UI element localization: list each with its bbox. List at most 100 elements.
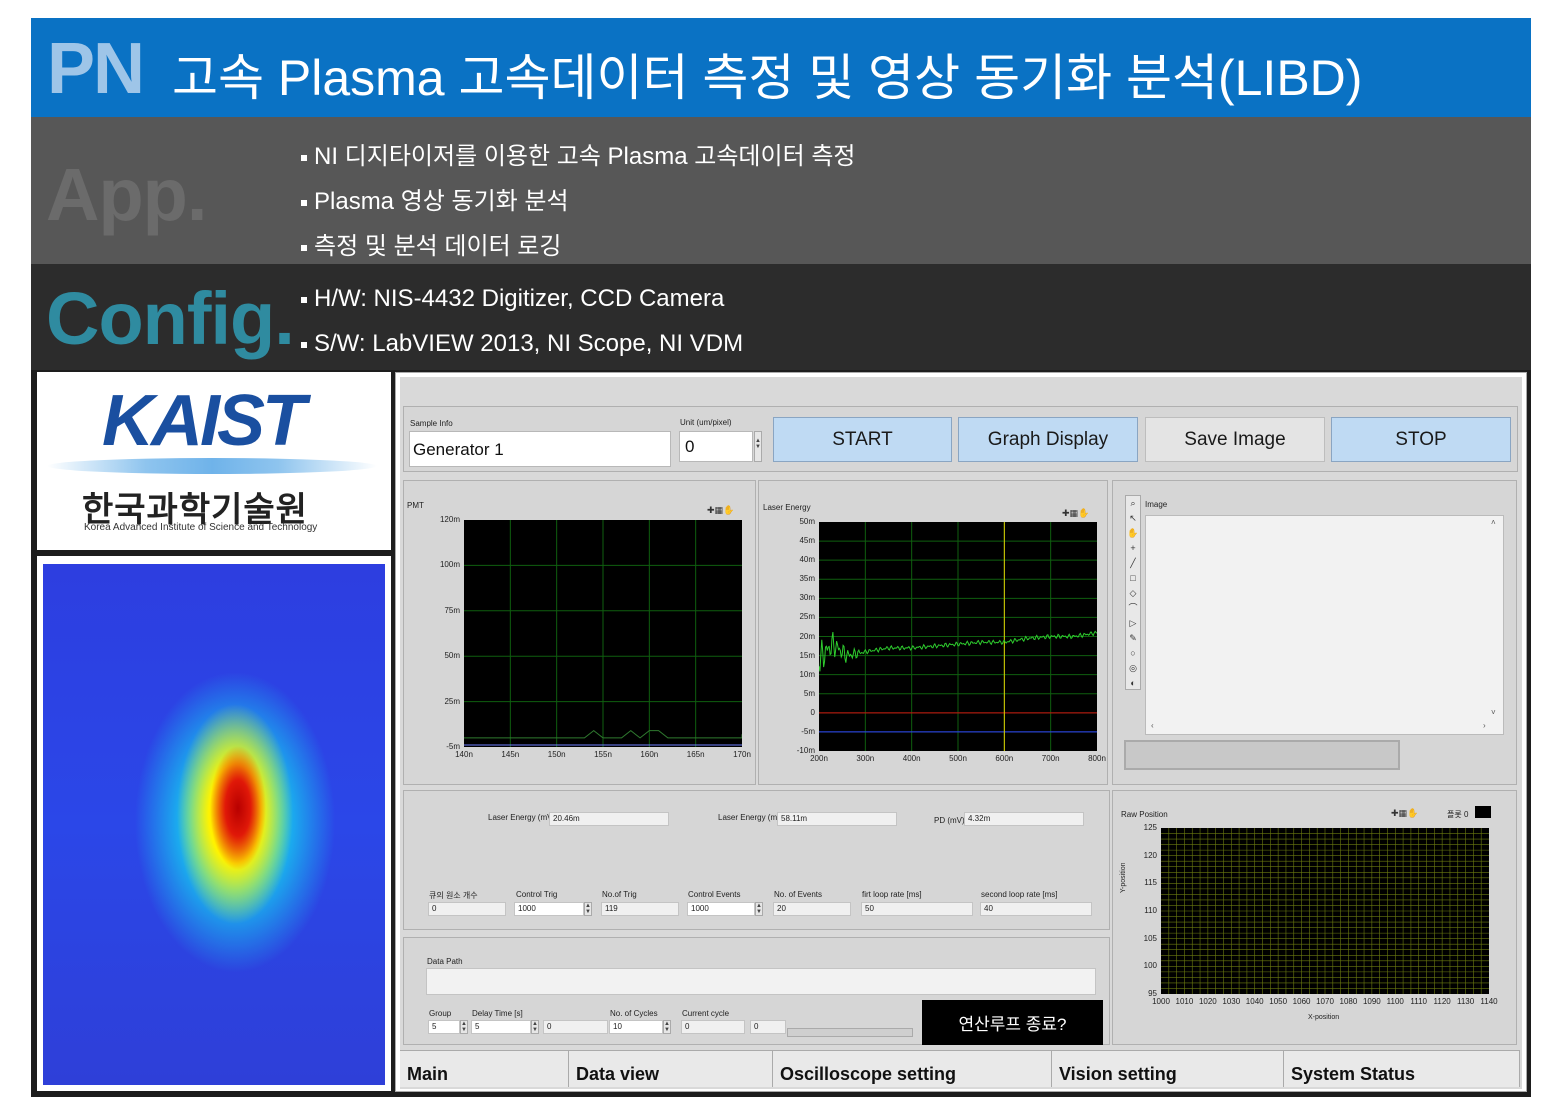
save-image-button[interactable]: Save Image	[1145, 417, 1325, 462]
tab-vision-setting[interactable]: Vision setting	[1052, 1050, 1284, 1087]
unit-input[interactable]: 0	[679, 431, 753, 462]
current-cycle-field-2: 0	[750, 1020, 786, 1034]
graph-display-button[interactable]: Graph Display	[958, 417, 1138, 462]
tab-main[interactable]: Main	[400, 1050, 569, 1087]
unit-label: Unit (um/pixel)	[680, 418, 732, 427]
graph-palette-icon[interactable]: ✚▦✋	[707, 505, 734, 516]
control-events-input[interactable]: 1000	[687, 902, 755, 916]
scroll-up-icon[interactable]: ˄	[1491, 518, 1496, 527]
x-tick-label: 1090	[1362, 997, 1381, 1006]
y-tick-label: 105	[1143, 933, 1157, 943]
app-bullet: Plasma 영상 동기화 분석	[301, 181, 569, 216]
laser-energy-mv-field: 20.46m	[549, 812, 669, 826]
y-tick-label: 15m	[799, 650, 815, 660]
unit-stepper[interactable]: ▲ ▼	[754, 431, 762, 462]
x-tick-label: 1140	[1480, 997, 1498, 1006]
param-label: firt loop rate [ms]	[862, 890, 922, 899]
raw-position-title: Raw Position	[1121, 810, 1168, 819]
y-tick-label: 125	[1143, 823, 1157, 832]
laser-energy-mj-field: 58.11m	[777, 812, 897, 826]
y-tick-label: 10m	[799, 669, 815, 679]
laser-plot	[818, 522, 1098, 751]
x-tick-label: 1130	[1456, 997, 1475, 1006]
x-tick-label: 1040	[1245, 997, 1264, 1006]
param-label: No.of Trig	[602, 890, 637, 899]
start-button[interactable]: START	[773, 417, 952, 462]
x-tick-label: 150n	[547, 750, 566, 759]
current-cycle-field: 0	[681, 1020, 745, 1034]
data-path-input[interactable]	[426, 968, 1096, 995]
tab-system-status[interactable]: System Status	[1284, 1050, 1520, 1087]
tab-oscilloscope-setting[interactable]: Oscilloscope setting	[773, 1050, 1052, 1087]
control-trig-input[interactable]: 1000	[514, 902, 584, 916]
second-loop-rate-field: 40	[980, 902, 1092, 916]
laser-chart	[818, 522, 1098, 751]
raw-y-axis-title: Y-position	[1120, 862, 1127, 894]
param-label: No. of Events	[774, 890, 823, 899]
graph-palette-icon[interactable]: ✚▦✋	[1391, 808, 1418, 819]
y-tick-label: 20m	[799, 631, 815, 641]
y-tick-label: 110	[1144, 906, 1157, 915]
cycles-input[interactable]: 10	[609, 1020, 663, 1034]
bullet-icon	[301, 296, 307, 303]
scroll-right-icon[interactable]: ›	[1483, 721, 1486, 730]
page-title: 고속 Plasma 고속데이터 측정 및 영상 동기화 분석(LIBD)	[172, 50, 1363, 106]
x-tick-label: 400n	[902, 754, 921, 763]
x-tick-label: 1080	[1339, 997, 1358, 1006]
x-tick-label: 300n	[856, 754, 875, 763]
tab-data-view[interactable]: Data view	[569, 1050, 773, 1087]
pd-field: 4.32m	[964, 812, 1084, 826]
readout-label: Laser Energy (mV)	[488, 813, 556, 822]
x-tick-label: 1000	[1152, 997, 1170, 1006]
cycle-progress-bar	[787, 1028, 913, 1037]
pn-label: PN	[47, 29, 145, 109]
plot-legend-label: 플롯 0	[1447, 810, 1469, 819]
y-tick-label: 30m	[799, 593, 815, 603]
x-tick-label: 200n	[810, 754, 828, 763]
logo-swoosh	[47, 458, 377, 474]
y-tick-label: 50m	[444, 651, 460, 661]
control-trig-stepper[interactable]: ▲ ▼	[584, 902, 592, 916]
x-tick-label: 700n	[1041, 754, 1060, 763]
x-tick-label: 155n	[594, 750, 612, 759]
x-tick-label: 1020	[1198, 997, 1217, 1006]
readout-label: Laser Energy (mJ)	[718, 813, 784, 822]
group-stepper[interactable]: ▲ ▼	[460, 1020, 468, 1034]
plasma-image	[43, 564, 385, 1085]
pmt-graph-title: PMT	[407, 501, 424, 510]
x-tick-label: 600n	[995, 754, 1014, 763]
image-display[interactable]	[1145, 515, 1504, 735]
image-tools-palette[interactable]: ⌕ ↖ ✋ + ╱ □ ◇ ⌒ ▷ ✎ ○ ◎ ◐	[1125, 495, 1141, 690]
x-tick-label: 160n	[640, 750, 659, 759]
param-label: Control Trig	[516, 890, 558, 899]
y-tick-label: -5m	[801, 726, 815, 736]
y-tick-label: 5m	[803, 688, 815, 698]
delay-input[interactable]: 5	[471, 1020, 531, 1034]
x-tick-label: 500n	[949, 754, 967, 763]
end-loop-button[interactable]: 연산루프 종료?	[922, 1000, 1103, 1045]
group-input[interactable]: 5	[428, 1020, 460, 1034]
scroll-down-icon[interactable]: ˅	[1491, 708, 1496, 717]
bullet-icon	[301, 154, 307, 161]
plot-legend-swatch[interactable]	[1475, 806, 1491, 818]
delay-stepper[interactable]: ▲ ▼	[531, 1020, 539, 1034]
config-label: Config.	[46, 277, 295, 360]
x-tick-label: 1050	[1269, 997, 1288, 1006]
scroll-left-icon[interactable]: ‹	[1151, 721, 1154, 730]
control-events-stepper[interactable]: ▲ ▼	[755, 902, 763, 916]
delay-label: Delay Time [s]	[472, 1009, 523, 1018]
x-tick-label: 1100	[1386, 997, 1404, 1006]
graph-palette-icon[interactable]: ✚▦✋	[1062, 508, 1089, 519]
bullet-icon	[301, 199, 307, 206]
queue-count-field: 0	[428, 902, 506, 916]
sample-info-input[interactable]: Generator 1	[409, 431, 671, 467]
param-label: 큐의 원소 개수	[429, 891, 478, 900]
raw-x-axis-title: X-position	[1308, 1014, 1340, 1021]
cycles-stepper[interactable]: ▲ ▼	[663, 1020, 671, 1034]
bullet-icon	[301, 341, 307, 348]
x-tick-label: 170n	[733, 750, 751, 759]
y-tick-label: 120m	[439, 515, 460, 524]
x-tick-label: 1030	[1222, 997, 1241, 1006]
stop-button[interactable]: STOP	[1331, 417, 1511, 462]
x-tick-label: 1060	[1292, 997, 1311, 1006]
